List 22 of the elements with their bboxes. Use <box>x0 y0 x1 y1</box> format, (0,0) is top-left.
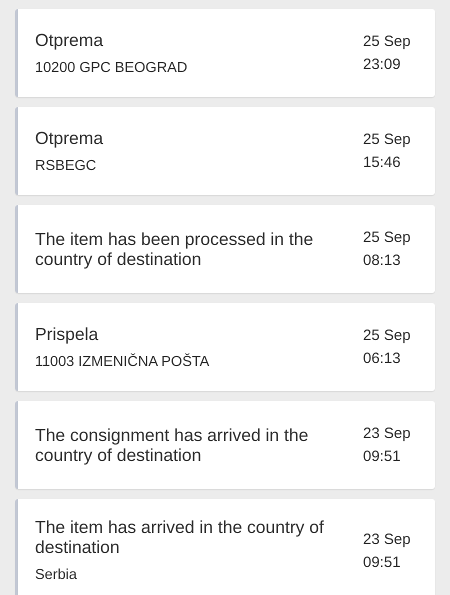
event-title: Otprema <box>35 30 104 50</box>
event-title: The item has been processed in the country of destination <box>35 229 314 269</box>
event-date: 25 Sep <box>363 32 412 52</box>
event-time: 15:46 <box>363 153 402 173</box>
event-time: 09:51 <box>363 447 402 467</box>
event-location: 11003 IZMENIČNA POŠTA <box>35 352 210 370</box>
event-location: 10200 GPC BEOGRAD <box>35 58 188 76</box>
event-title: The consignment has arrived in the country of destination <box>35 425 310 465</box>
event-time: 23:09 <box>363 55 402 75</box>
event-date: 23 Sep <box>363 424 412 444</box>
event-title: Prispela <box>35 324 100 344</box>
event-title: The item has arrived in the country of destination <box>35 517 325 557</box>
event-location: RSBEGC <box>35 156 98 174</box>
event-title: Otprema <box>35 128 104 148</box>
event-date: 25 Sep <box>363 130 412 150</box>
event-location: Serbia <box>35 566 78 584</box>
event-date: 25 Sep <box>363 228 412 248</box>
event-time: 06:13 <box>363 349 402 369</box>
event-date: 23 Sep <box>363 530 412 550</box>
event-time: 09:51 <box>363 552 402 572</box>
event-time: 08:13 <box>363 251 402 271</box>
event-date: 25 Sep <box>363 326 412 346</box>
